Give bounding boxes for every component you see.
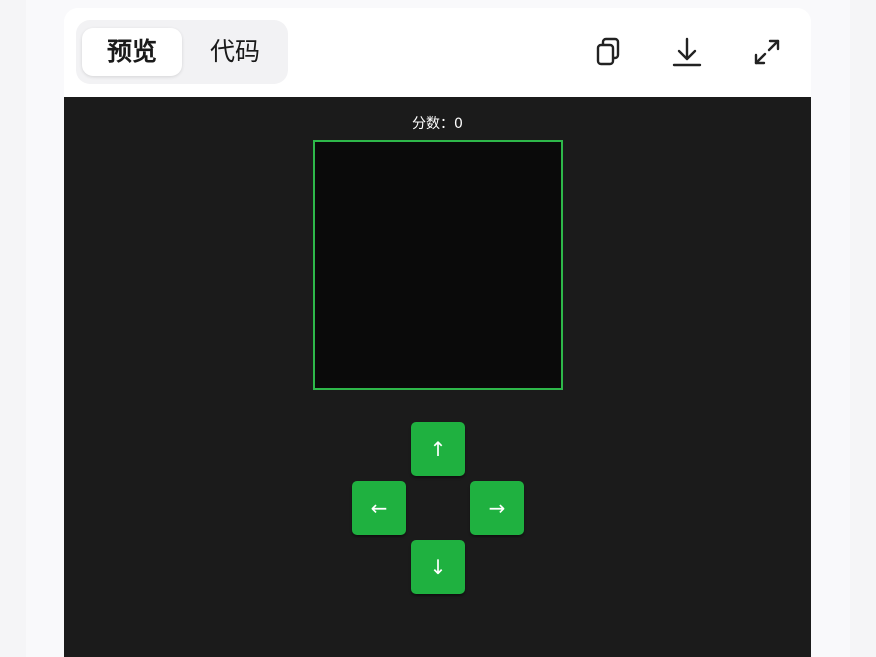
preview-panel: 预览 代码 分数：0 ↑ ← → ↓ (64, 8, 811, 657)
left-button[interactable]: ← (352, 481, 406, 535)
expand-icon[interactable] (749, 34, 785, 70)
up-button[interactable]: ↑ (411, 422, 465, 476)
toolbar: 预览 代码 (64, 8, 811, 97)
copy-icon[interactable] (590, 34, 626, 70)
game-board[interactable] (313, 140, 563, 390)
tab-code[interactable]: 代码 (188, 28, 282, 76)
game-preview-area: 分数：0 ↑ ← → ↓ (64, 97, 811, 657)
right-button[interactable]: → (470, 481, 524, 535)
tab-preview[interactable]: 预览 (82, 28, 182, 76)
score-display: 分数：0 (412, 116, 463, 132)
down-button[interactable]: ↓ (411, 540, 465, 594)
view-switcher: 预览 代码 (76, 20, 288, 84)
download-icon[interactable] (669, 34, 705, 70)
